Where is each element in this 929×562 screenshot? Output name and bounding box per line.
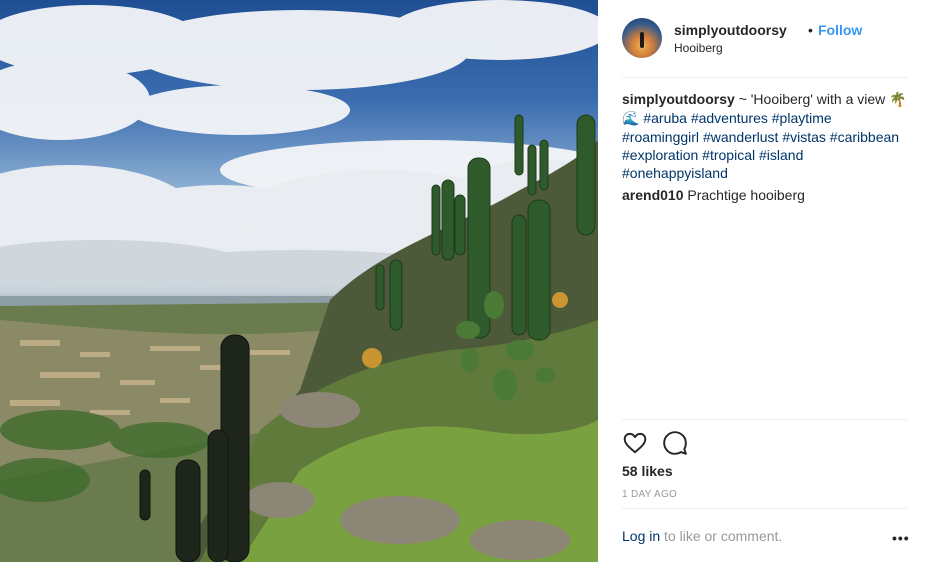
hashtag-link[interactable]: #island <box>759 147 803 163</box>
hashtag-link[interactable]: #aruba <box>643 110 687 126</box>
hashtag-link[interactable]: #adventures <box>691 110 768 126</box>
footer-divider <box>622 508 908 509</box>
post-header: simplyoutdoorsy • Follow Hooiberg <box>622 18 908 62</box>
post-photo[interactable] <box>0 0 598 562</box>
caption-username[interactable]: simplyoutdoorsy <box>622 91 735 107</box>
post-caption: simplyoutdoorsy ~ 'Hooiberg' with a view… <box>622 90 910 182</box>
comment-username[interactable]: arend010 <box>622 187 683 203</box>
likes-count[interactable]: 58 likes <box>622 463 673 479</box>
location-link[interactable]: Hooiberg <box>674 41 723 55</box>
username-link[interactable]: simplyoutdoorsy <box>674 22 787 38</box>
separator-dot: • <box>808 22 813 38</box>
post-details-panel: simplyoutdoorsy • Follow Hooiberg simply… <box>598 0 929 562</box>
palm-tree-icon: 🌴 <box>889 92 907 108</box>
hashtag-link[interactable]: #wanderlust <box>703 129 779 145</box>
login-prompt-text: to like or comment. <box>664 528 783 544</box>
comment-item: arend010 Prachtige hooiberg <box>622 186 910 204</box>
heart-icon[interactable] <box>622 430 648 456</box>
post-timestamp[interactable]: 1 DAY AGO <box>622 489 677 500</box>
login-link[interactable]: Log in <box>622 528 660 544</box>
wave-icon: 🌊 <box>622 111 640 127</box>
comment-icon[interactable] <box>662 430 688 456</box>
hashtag-link[interactable]: #roaminggirl <box>622 129 699 145</box>
hashtag-link[interactable]: #caribbean <box>830 129 899 145</box>
hashtag-link[interactable]: #exploration <box>622 147 698 163</box>
follow-button[interactable]: Follow <box>818 22 862 38</box>
hashtag-link[interactable]: #vistas <box>782 129 826 145</box>
comment-text: Prachtige hooiberg <box>687 187 805 203</box>
hashtag-link[interactable]: #playtime <box>772 110 832 126</box>
header-divider <box>622 77 908 78</box>
avatar[interactable] <box>622 18 662 58</box>
login-prompt: Log in to like or comment. <box>622 528 782 544</box>
caption-text: ~ 'Hooiberg' with a view <box>738 91 886 107</box>
hashtag-link[interactable]: #onehappyisland <box>622 165 728 181</box>
hashtag-link[interactable]: #tropical <box>702 147 755 163</box>
landscape-illustration <box>0 0 598 562</box>
actions-divider <box>622 419 908 420</box>
more-options-icon[interactable]: ••• <box>892 530 910 546</box>
